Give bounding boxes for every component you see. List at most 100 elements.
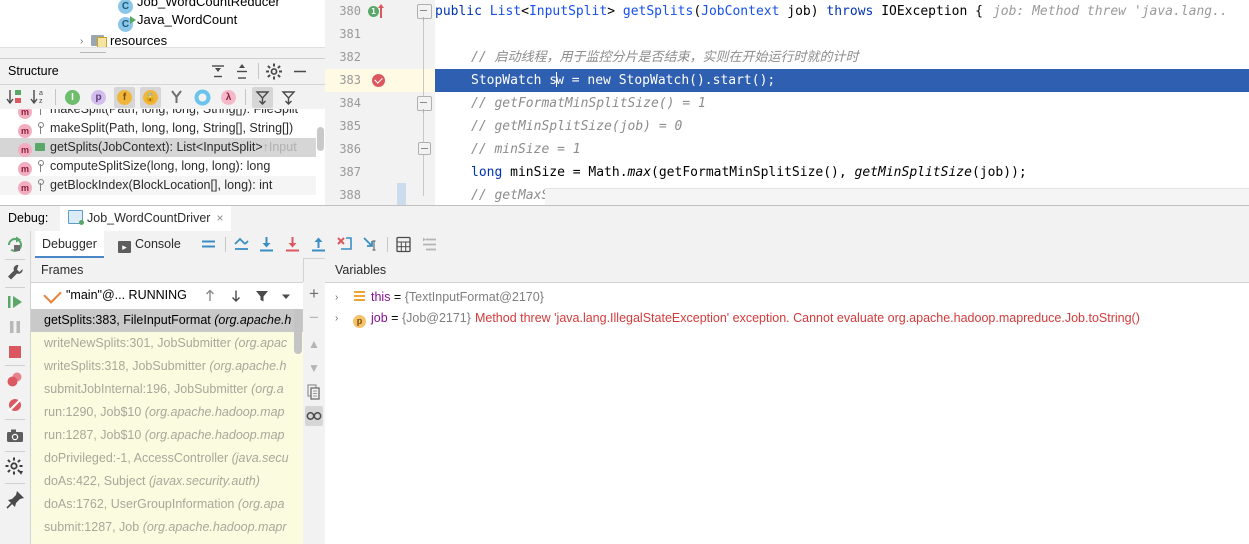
rerun-icon[interactable]	[4, 234, 26, 256]
structure-row[interactable]: m getBlockIndex(BlockLocation[], long): i…	[0, 176, 325, 195]
resume-icon[interactable]	[4, 291, 26, 313]
stream-trace-icon[interactable]	[420, 235, 439, 254]
gear-icon[interactable]	[264, 62, 284, 81]
hide-panel-button[interactable]	[290, 62, 310, 81]
structure-row[interactable]: m computeSplitSize(long, long, long): lon…	[0, 157, 325, 176]
pin-icon[interactable]	[4, 489, 26, 511]
collapse-all-button[interactable]	[232, 62, 252, 81]
autoscroll-to-source-button[interactable]	[252, 87, 273, 108]
stop-icon[interactable]	[4, 341, 26, 363]
move-down-button[interactable]: ▼	[305, 358, 323, 378]
frame-row[interactable]: submitJobInternal:196, JobSubmitter (org…	[31, 378, 303, 401]
show-inherited-button[interactable]: I	[62, 87, 83, 108]
run-to-cursor-button[interactable]	[361, 235, 380, 254]
close-icon[interactable]: ×	[216, 206, 223, 231]
calculator-icon[interactable]	[394, 235, 413, 254]
structure-scrollbar[interactable]	[316, 109, 325, 206]
code-folding-strip[interactable]	[413, 0, 435, 205]
code-line[interactable]: // 启动线程，用于监控分片是否结束，实则在开始运行时就的计时	[435, 46, 1249, 69]
glasses-icon[interactable]	[305, 406, 323, 426]
rail-separator	[5, 287, 25, 288]
code-text-area[interactable]: public List<InputSplit> getSplits(JobCon…	[435, 0, 1249, 205]
frames-scrollbar[interactable]	[293, 309, 303, 544]
fold-collapse-button[interactable]	[418, 142, 431, 155]
sort-alphabetically-button[interactable]: az	[28, 87, 49, 108]
variable-row[interactable]: › p job = {Job@2171} Method threw 'java.la…	[325, 308, 1249, 329]
show-fields-button[interactable]: f	[114, 87, 135, 108]
frame-row[interactable]: run:1290, Job$10 (org.apache.hadoop.map	[31, 401, 303, 424]
frame-row-selected[interactable]: getSplits:383, FileInputFormat (org.apac…	[31, 309, 303, 332]
show-lambdas-button[interactable]: λ	[218, 87, 239, 108]
frame-row[interactable]: writeNewSplits:301, JobSubmitter (org.ap…	[31, 332, 303, 355]
step-out-button[interactable]	[309, 235, 328, 254]
chevron-right-icon[interactable]: ›	[335, 287, 338, 308]
thread-dropdown-button[interactable]	[277, 287, 295, 305]
structure-row-selected[interactable]: m getSplits(JobContext): List<InputSplit>…	[0, 138, 325, 157]
code-line[interactable]: // getFormatMinSplitSize() = 1	[435, 92, 1249, 115]
frame-row[interactable]: submit:1287, Job (org.apache.hadoop.mapr	[31, 516, 303, 539]
filter-frames-button[interactable]	[253, 287, 271, 305]
step-over-button[interactable]	[257, 235, 276, 254]
frame-row[interactable]: run:1287, Job$10 (org.apache.hadoop.map	[31, 424, 303, 447]
frame-row[interactable]: doAs:1762, UserGroupInformation (org.apa	[31, 493, 303, 516]
step-into-button[interactable]	[283, 235, 302, 254]
usage-gutter-icon[interactable]: 1	[368, 4, 388, 19]
gear-icon[interactable]	[4, 456, 26, 478]
frame-row[interactable]: waitForCompletion:1308, Job (org.apache.…	[31, 539, 303, 544]
fold-collapse-button[interactable]	[417, 96, 432, 113]
code-line[interactable]	[435, 23, 1249, 46]
editor-gutter[interactable]: 380 381 382 383 384 385 386 387 388 1	[325, 0, 435, 205]
variable-row[interactable]: › this = {TextInputFormat@2170}	[325, 287, 1249, 308]
breakpoint-icon[interactable]	[372, 74, 385, 87]
camera-icon[interactable]	[4, 425, 26, 447]
expand-all-button[interactable]	[208, 62, 228, 81]
pause-icon[interactable]	[4, 316, 26, 338]
code-line[interactable]: // minSize = 1	[435, 138, 1249, 161]
frames-down-button[interactable]	[227, 287, 245, 305]
code-line-selected[interactable]: StopWatch sw = new StopWatch().start();	[435, 69, 1249, 92]
layout-settings-button[interactable]	[199, 235, 218, 254]
structure-tree[interactable]: m makeSplit(Path, long, long, String[]): …	[0, 109, 325, 206]
structure-row[interactable]: m makeSplit(Path, long, long, String[], S…	[0, 119, 325, 138]
add-watch-button[interactable]: +	[305, 284, 323, 304]
frames-list[interactable]: getSplits:383, FileInputFormat (org.apac…	[31, 309, 303, 544]
show-interfaces-button[interactable]	[192, 87, 213, 108]
fold-collapse-button[interactable]	[417, 4, 432, 21]
code-editor[interactable]: 380 381 382 383 384 385 386 387 388 1 pu…	[325, 0, 1249, 205]
scrollbar-thumb[interactable]	[317, 127, 324, 151]
code-line[interactable]: // getMinSplitSize(job) = 0	[435, 115, 1249, 138]
structure-row-trail: ↑Input	[262, 140, 297, 154]
show-non-public-button[interactable]: 🔒	[140, 87, 161, 108]
show-anonymous-classes-button[interactable]	[166, 87, 187, 108]
variables-toolbar: + − ▲ ▼	[303, 282, 326, 544]
show-execution-point-button[interactable]	[232, 235, 251, 254]
structure-row[interactable]: m makeSplit(Path, long, long, String[]): …	[0, 109, 325, 119]
tab-console[interactable]: ▸ Console	[111, 231, 188, 258]
thread-selector[interactable]: "main"@... RUNNING	[31, 283, 303, 310]
project-tree-item-label: Job_WordCountReducer	[137, 0, 280, 9]
autoscroll-from-source-button[interactable]	[278, 87, 299, 108]
frames-up-button[interactable]	[201, 287, 219, 305]
move-up-button[interactable]: ▲	[305, 334, 323, 354]
frame-row[interactable]: writeSplits:318, JobSubmitter (org.apach…	[31, 355, 303, 378]
code-line[interactable]: long minSize = Math.max(getFormatMinSpli…	[435, 161, 1249, 184]
remove-watch-button[interactable]: −	[305, 308, 323, 328]
frame-method: writeSplits:318, JobSubmitter	[44, 359, 206, 373]
scrollbar-thumb[interactable]	[294, 309, 302, 354]
code-token: >	[607, 4, 623, 19]
frame-row[interactable]: doPrivileged:-1, AccessController (java.…	[31, 447, 303, 470]
force-step-into-button[interactable]	[335, 235, 354, 254]
wrench-icon[interactable]	[4, 262, 26, 284]
breakpoints-icon[interactable]	[4, 369, 26, 391]
copy-icon[interactable]	[305, 382, 323, 402]
project-tree-item[interactable]: C Java_WordCount	[118, 10, 237, 32]
sort-by-visibility-button[interactable]	[4, 87, 25, 108]
mute-breakpoints-icon[interactable]	[4, 394, 26, 416]
debug-session-tab[interactable]: Job_WordCountDriver ×	[60, 206, 232, 233]
code-line[interactable]: public List<InputSplit> getSplits(JobCon…	[435, 0, 1249, 23]
frame-row[interactable]: doAs:422, Subject (javax.security.auth)	[31, 470, 303, 493]
tab-debugger[interactable]: Debugger	[35, 231, 104, 258]
code-token: max	[627, 165, 652, 180]
chevron-right-icon[interactable]: ›	[335, 308, 338, 329]
show-properties-button[interactable]: p	[88, 87, 109, 108]
